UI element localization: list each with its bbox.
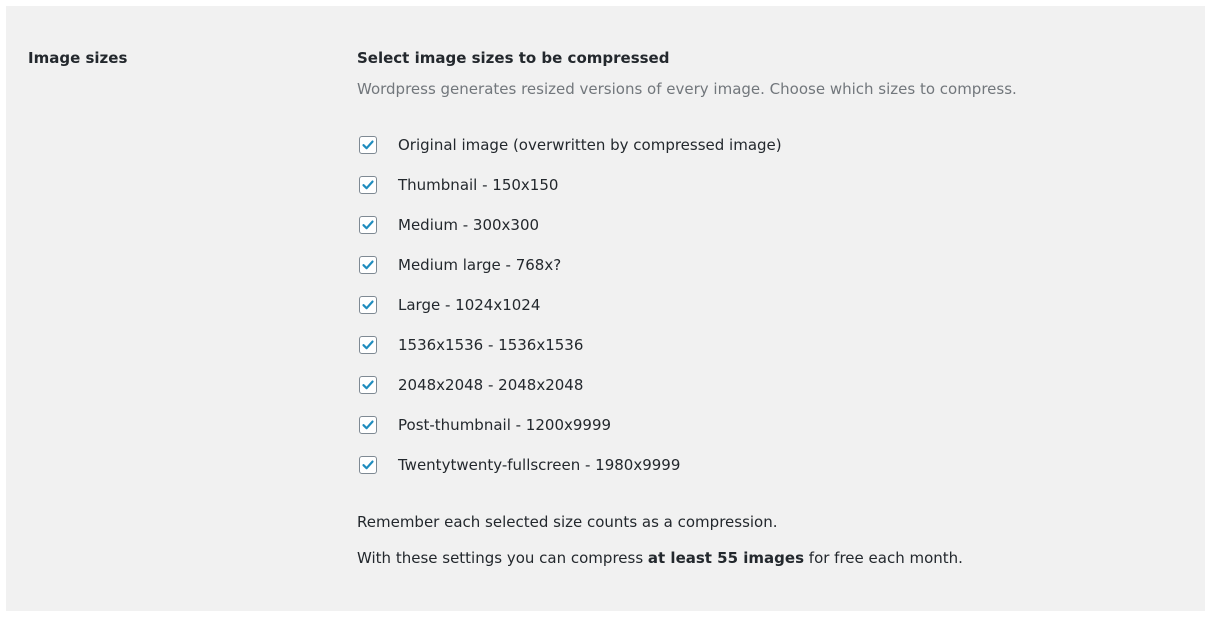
image-size-item: 2048x2048 - 2048x2048	[357, 365, 1197, 405]
checkmark-icon	[362, 220, 374, 230]
settings-panel: Image sizes Select image sizes to be com…	[6, 6, 1205, 611]
image-size-checkbox[interactable]	[359, 456, 377, 474]
image-size-label[interactable]: Thumbnail - 150x150	[398, 176, 558, 194]
image-size-label[interactable]: 2048x2048 - 2048x2048	[398, 376, 583, 394]
field-description: Wordpress generates resized versions of …	[357, 80, 1017, 98]
image-size-item: Twentytwenty-fullscreen - 1980x9999	[357, 445, 1197, 485]
image-size-item: Original image (overwritten by compresse…	[357, 125, 1197, 165]
image-size-item: Post-thumbnail - 1200x9999	[357, 405, 1197, 445]
image-sizes-field: Select image sizes to be compressed Word…	[357, 49, 1197, 567]
estimate-prefix: With these settings you can compress	[357, 549, 648, 567]
checkmark-icon	[362, 340, 374, 350]
checkmark-icon	[362, 460, 374, 470]
image-size-checkbox[interactable]	[359, 216, 377, 234]
checkmark-icon	[362, 180, 374, 190]
notes: Remember each selected size counts as a …	[357, 513, 1197, 567]
estimate-note: With these settings you can compress at …	[357, 549, 1197, 567]
image-size-label[interactable]: Medium large - 768x?	[398, 256, 561, 274]
checkmark-icon	[362, 420, 374, 430]
field-title: Select image sizes to be compressed	[357, 49, 670, 67]
image-size-item: Medium large - 768x?	[357, 245, 1197, 285]
image-size-label[interactable]: Large - 1024x1024	[398, 296, 540, 314]
image-size-checkbox[interactable]	[359, 136, 377, 154]
image-size-checkbox[interactable]	[359, 176, 377, 194]
image-size-label[interactable]: Twentytwenty-fullscreen - 1980x9999	[398, 456, 680, 474]
row-label: Image sizes	[28, 49, 128, 67]
image-size-label[interactable]: 1536x1536 - 1536x1536	[398, 336, 583, 354]
checkmark-icon	[362, 140, 374, 150]
checkmark-icon	[362, 300, 374, 310]
image-size-checkbox[interactable]	[359, 336, 377, 354]
image-size-checkbox[interactable]	[359, 376, 377, 394]
image-size-label[interactable]: Post-thumbnail - 1200x9999	[398, 416, 611, 434]
image-size-item: 1536x1536 - 1536x1536	[357, 325, 1197, 365]
image-size-item: Medium - 300x300	[357, 205, 1197, 245]
estimate-suffix: for free each month.	[804, 549, 963, 567]
estimate-count: at least 55 images	[647, 549, 805, 567]
image-size-label[interactable]: Original image (overwritten by compresse…	[398, 136, 782, 154]
image-size-item: Large - 1024x1024	[357, 285, 1197, 325]
image-size-checkbox[interactable]	[359, 256, 377, 274]
image-size-checkbox[interactable]	[359, 416, 377, 434]
image-size-list: Original image (overwritten by compresse…	[357, 125, 1197, 485]
compression-note: Remember each selected size counts as a …	[357, 513, 778, 531]
image-size-label[interactable]: Medium - 300x300	[398, 216, 539, 234]
image-size-item: Thumbnail - 150x150	[357, 165, 1197, 205]
checkmark-icon	[362, 380, 374, 390]
image-size-checkbox[interactable]	[359, 296, 377, 314]
checkmark-icon	[362, 260, 374, 270]
